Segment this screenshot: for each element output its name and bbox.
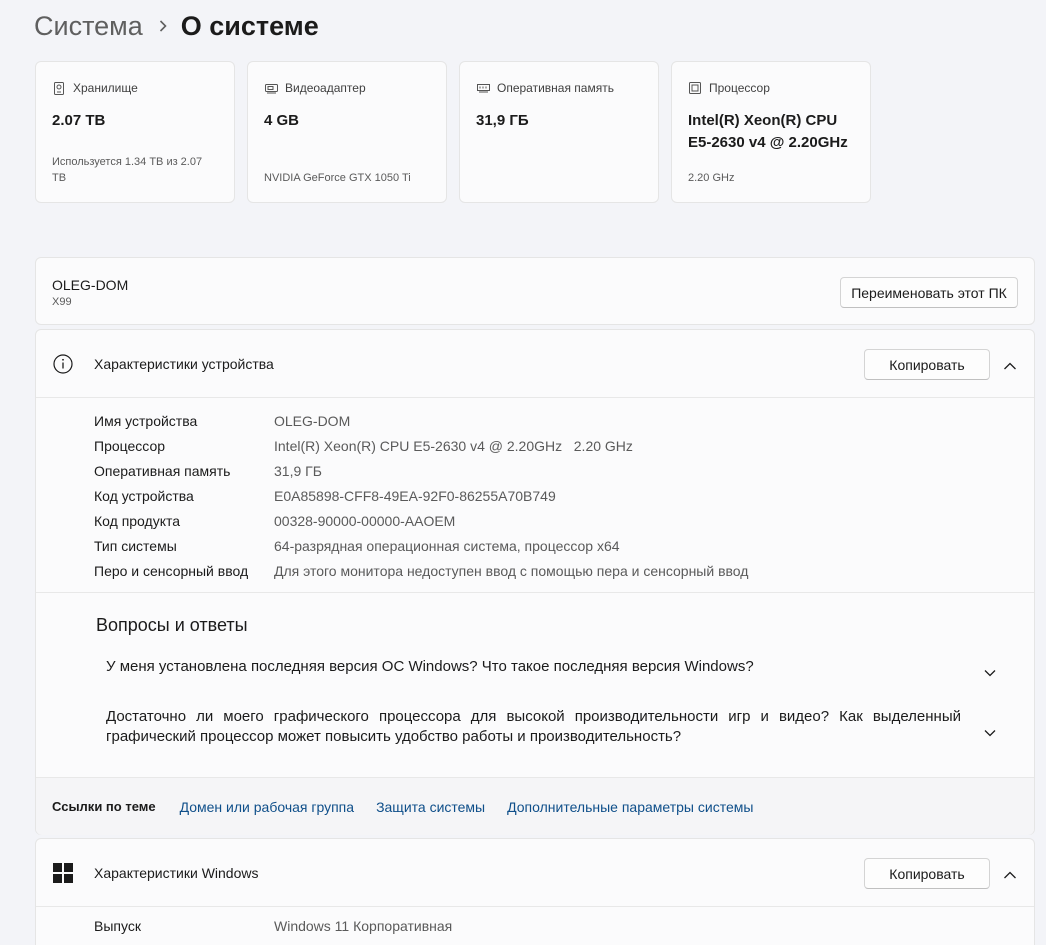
card-sub: 2.20 GHz [688, 172, 735, 184]
spec-value[interactable]: 64-разрядная операционная система, проце… [274, 538, 620, 554]
chevron-down-icon[interactable] [984, 724, 996, 737]
spec-label: Перо и сенсорный ввод [94, 562, 249, 579]
card-label: Хранилище [73, 81, 138, 95]
page-title: О системе [180, 10, 319, 41]
card-label: Процессор [709, 81, 770, 95]
spec-value[interactable]: OLEG-DOM [274, 413, 350, 429]
spec-row: Выпуск Windows 11 Корпоративная [94, 918, 452, 934]
spec-value[interactable]: 00328-90000-00000-AAOEM [274, 513, 455, 529]
chevron-up-icon[interactable] [1003, 867, 1017, 879]
rename-pc-button[interactable]: Переименовать этот ПК [840, 277, 1018, 308]
card-sub: NVIDIA GeForce GTX 1050 Ti [264, 172, 411, 184]
spec-row: Оперативная память 31,9 ГБ [94, 458, 1034, 483]
chevron-down-icon[interactable] [984, 664, 996, 677]
chevron-right-icon [159, 20, 167, 32]
gpu-icon [264, 81, 278, 95]
spec-value[interactable]: Windows 11 Корпоративная [274, 918, 452, 934]
info-icon [53, 354, 73, 374]
faq-item[interactable]: У меня установлена последняя версия ОС W… [106, 657, 961, 677]
card-label: Видеоадаптер [285, 81, 366, 95]
spec-value[interactable]: Для этого монитора недоступен ввод с пом… [274, 563, 748, 579]
faq-item[interactable]: Достаточно ли моего графического процесс… [106, 707, 961, 747]
spec-label: Имя устройства [94, 412, 198, 429]
faq-section: Вопросы и ответы У меня установлена посл… [36, 592, 1034, 778]
breadcrumb-parent[interactable]: Система [34, 11, 143, 42]
spec-label: Оперативная память [94, 462, 231, 479]
spec-row: Процессор Intel(R) Xeon(R) CPU E5-2630 v4… [94, 433, 1034, 458]
related-links-label: Ссылки по теме [52, 799, 156, 814]
memory-card[interactable]: Оперативная память 31,9 ГБ [459, 61, 659, 203]
storage-icon [52, 81, 66, 95]
card-value: 31,9 ГБ [476, 112, 529, 129]
spec-row: Код устройства E0A85898-CFF8-49EA-92F0-86… [94, 483, 1034, 508]
spec-row: Тип системы 64-разрядная операционная сис… [94, 533, 1034, 558]
spec-label: Код продукта [94, 512, 181, 529]
storage-card[interactable]: Хранилище 2.07 TB Используется 1.34 TB и… [35, 61, 235, 203]
card-label: Оперативная память [497, 81, 614, 95]
device-specs-header[interactable]: Характеристики устройства Копировать [36, 330, 1034, 398]
spec-label: Выпуск [94, 918, 141, 934]
windows-specs-header[interactable]: Характеристики Windows Копировать [36, 839, 1034, 907]
memory-icon [476, 81, 490, 95]
related-links-bar: Ссылки по теме Домен или рабочая группа … [36, 777, 1034, 835]
faq-title: Вопросы и ответы [96, 615, 248, 635]
card-value: Intel(R) Xeon(R) CPU E5-2630 v4 @ 2.20GH… [688, 112, 848, 151]
spec-value[interactable]: Intel(R) Xeon(R) CPU E5-2630 v4 @ 2.20GH… [274, 438, 633, 454]
card-value: 2.07 TB [52, 112, 106, 129]
pc-name: OLEG-DOM [52, 277, 129, 293]
device-specs-title: Характеристики устройства [94, 356, 274, 372]
windows-specs-title: Характеристики Windows [94, 865, 259, 881]
chevron-up-icon[interactable] [1003, 358, 1017, 370]
windows-logo-icon [53, 863, 73, 883]
spec-cards: Хранилище 2.07 TB Используется 1.34 TB и… [35, 61, 871, 203]
gpu-card[interactable]: Видеоадаптер 4 GB NVIDIA GeForce GTX 105… [247, 61, 447, 203]
device-specs-table: Имя устройства OLEG-DOM Процессор Intel(R)… [36, 398, 1034, 583]
card-value: 4 GB [264, 112, 300, 129]
spec-row: Имя устройства OLEG-DOM [94, 408, 1034, 433]
spec-value[interactable]: 31,9 ГБ [274, 463, 322, 479]
copy-windows-specs-button[interactable]: Копировать [864, 858, 990, 889]
pc-name-panel: OLEG-DOM X99 Переименовать этот ПК [35, 257, 1035, 325]
spec-row: Код продукта 00328-90000-00000-AAOEM [94, 508, 1034, 533]
device-specs-panel: Характеристики устройства Копировать Имя… [35, 329, 1035, 835]
spec-label: Процессор [94, 437, 166, 454]
cpu-icon [688, 81, 702, 95]
link-system-protection[interactable]: Защита системы [376, 799, 485, 815]
spec-row: Перо и сенсорный ввод Для этого монитора … [94, 558, 1034, 583]
copy-device-specs-button[interactable]: Копировать [864, 349, 990, 380]
breadcrumb: Система О системе [34, 8, 319, 44]
spec-label: Тип системы [94, 537, 177, 554]
card-sub: Используется 1.34 TB из 2.07 TB [52, 156, 203, 184]
spec-value[interactable]: E0A85898-CFF8-49EA-92F0-86255A70B749 [274, 488, 556, 504]
link-advanced-system-settings[interactable]: Дополнительные параметры системы [507, 799, 753, 815]
link-domain-workgroup[interactable]: Домен или рабочая группа [180, 799, 354, 815]
windows-specs-panel: Характеристики Windows Копировать Выпуск… [35, 838, 1035, 945]
cpu-card[interactable]: Процессор Intel(R) Xeon(R) CPU E5-2630 v… [671, 61, 871, 203]
pc-model: X99 [52, 296, 72, 308]
spec-label: Код устройства [94, 487, 194, 504]
